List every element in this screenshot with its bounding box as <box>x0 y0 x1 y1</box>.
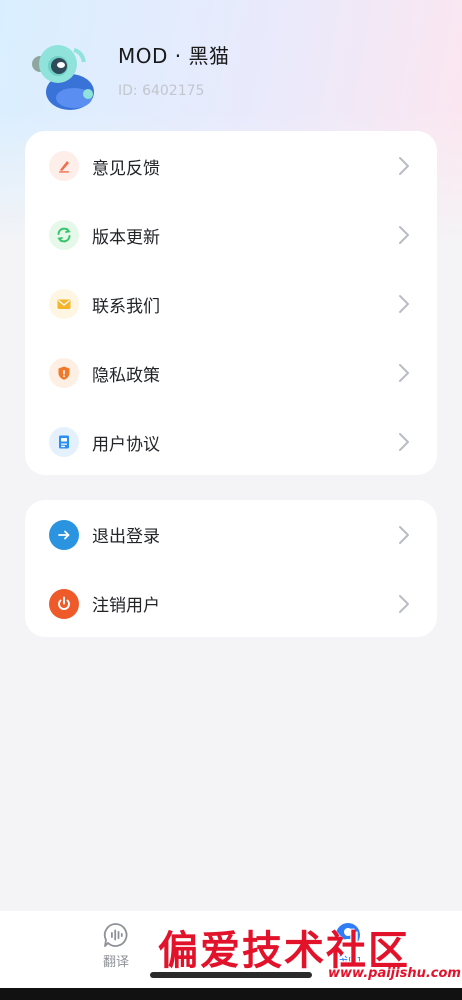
menu-item-privacy-policy[interactable]: 隐私政策 <box>25 339 437 408</box>
menu-item-label: 意见反馈 <box>92 158 160 179</box>
menu-item-delete-account[interactable]: 注销用户 <box>25 569 437 638</box>
document-icon <box>49 427 79 457</box>
mail-icon <box>49 289 79 319</box>
menu-item-user-agreement[interactable]: 用户协议 <box>25 408 437 477</box>
profile-id: ID: 6402175 <box>118 83 205 99</box>
menu-item-version-update[interactable]: 版本更新 <box>25 201 437 270</box>
menu-item-contact-us[interactable]: 联系我们 <box>25 270 437 339</box>
settings-menu-card: 意见反馈 版本更新 联系我们 隐私政策 用户协议 <box>25 131 437 475</box>
tab-translate[interactable]: 翻译 <box>96 921 136 981</box>
profile-name: MOD · 黑猫 <box>118 44 230 68</box>
menu-item-label: 版本更新 <box>92 227 160 248</box>
menu-item-label: 隐私政策 <box>92 365 160 386</box>
power-icon <box>49 588 79 619</box>
tab-translate-label: 翻译 <box>102 955 129 970</box>
chevron-right-icon <box>399 295 409 313</box>
system-bottom-bar <box>0 988 462 1000</box>
account-actions-card: 退出登录 注销用户 <box>25 500 437 637</box>
logout-arrow-icon <box>49 519 79 550</box>
voice-chat-icon <box>103 923 128 947</box>
menu-item-label: 退出登录 <box>92 527 160 547</box>
feedback-pen-icon <box>49 151 79 181</box>
refresh-icon <box>49 220 79 250</box>
chevron-right-icon <box>399 525 409 544</box>
watermark-url: www.paijishu.com <box>328 966 461 981</box>
home-indicator[interactable] <box>150 972 312 978</box>
menu-item-label: 用户协议 <box>92 434 160 455</box>
chevron-right-icon <box>399 364 409 382</box>
menu-item-logout[interactable]: 退出登录 <box>25 500 437 569</box>
avatar[interactable] <box>30 40 100 110</box>
watermark-text: 偏爱技术社区 <box>158 927 410 974</box>
menu-item-feedback[interactable]: 意见反馈 <box>25 132 437 201</box>
profile-screen: MOD · 黑猫 ID: 6402175 意见反馈 版本更新 联系我们 隐私政策… <box>0 0 462 1000</box>
chevron-right-icon <box>399 594 409 613</box>
shield-icon <box>49 358 79 388</box>
chevron-right-icon <box>399 433 409 451</box>
menu-item-label: 注销用户 <box>92 596 160 616</box>
chevron-right-icon <box>399 226 409 244</box>
menu-item-label: 联系我们 <box>92 296 160 317</box>
chevron-right-icon <box>399 157 409 175</box>
